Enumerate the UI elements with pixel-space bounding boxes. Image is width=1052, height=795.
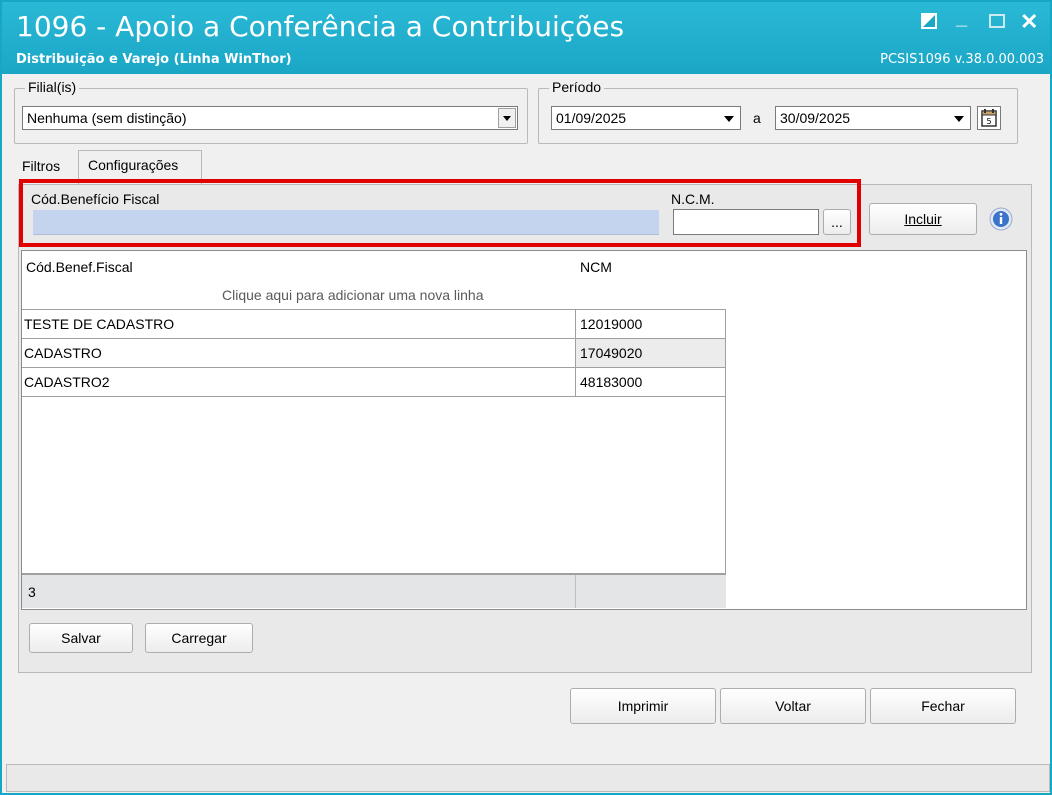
row-cod: CADASTRO2 (24, 374, 110, 390)
voltar-label: Voltar (775, 698, 811, 714)
table-row[interactable]: CADASTRO 17049020 (22, 339, 726, 367)
svg-text:5: 5 (986, 117, 991, 126)
filial-group: Filial(is) Nenhuma (sem distinção) (14, 79, 528, 144)
grid-right-border (725, 310, 726, 608)
periodo-start-value: 01/09/2025 (556, 110, 627, 126)
ncm-lookup-label: ... (831, 214, 843, 230)
row-divider (22, 367, 726, 368)
table-row[interactable]: CADASTRO2 48183000 (22, 368, 726, 396)
tab-filtros[interactable]: Filtros (22, 158, 60, 174)
carregar-button[interactable]: Carregar (145, 623, 253, 653)
beneficio-grid[interactable]: Cód.Benef.Fiscal NCM Clique aqui para ad… (21, 250, 1027, 610)
cod-beneficio-input[interactable] (33, 210, 659, 235)
ncm-lookup-button[interactable]: ... (823, 209, 851, 235)
row-cod: CADASTRO (24, 345, 102, 361)
chevron-down-icon[interactable] (720, 107, 738, 129)
main-area: Filial(is) Nenhuma (sem distinção) Perío… (4, 74, 1048, 760)
fechar-label: Fechar (921, 698, 965, 714)
restore-icon[interactable] (920, 12, 938, 34)
imprimir-button[interactable]: Imprimir (570, 688, 716, 724)
close-icon[interactable]: ✕ (1020, 11, 1038, 33)
cod-beneficio-label: Cód.Benefício Fiscal (31, 191, 160, 207)
periodo-start-field[interactable]: 01/09/2025 (551, 106, 741, 130)
row-ncm: 12019000 (580, 316, 643, 332)
salvar-label: Salvar (61, 630, 101, 646)
calendar-icon[interactable]: 5 (977, 106, 1001, 130)
chevron-down-icon[interactable] (498, 108, 516, 128)
new-row-hint[interactable]: Clique aqui para adicionar uma nova linh… (222, 287, 484, 303)
grid-header-ncm[interactable]: NCM (580, 259, 612, 275)
configuracoes-panel: Cód.Benefício Fiscal N.C.M. ... Incluir (18, 179, 1032, 673)
ncm-label: N.C.M. (671, 191, 715, 207)
grid-footer: 3 (22, 573, 726, 608)
filial-legend: Filial(is) (25, 79, 80, 95)
title-bar[interactable]: 1096 - Apoio a Conferência a Contribuiçõ… (2, 2, 1050, 74)
tab-configuracoes[interactable]: Configurações (88, 157, 178, 173)
carregar-label: Carregar (171, 630, 227, 646)
imprimir-label: Imprimir (617, 698, 669, 714)
filial-value: Nenhuma (sem distinção) (27, 110, 187, 126)
application-window: 1096 - Apoio a Conferência a Contribuiçõ… (0, 0, 1052, 795)
ncm-input[interactable] (673, 209, 819, 235)
info-icon[interactable] (989, 207, 1013, 231)
column-divider (575, 310, 576, 397)
footer-divider (575, 575, 576, 608)
periodo-end-field[interactable]: 30/09/2025 (775, 106, 971, 130)
record-count: 3 (28, 584, 36, 600)
table-row[interactable]: TESTE DE CADASTRO 12019000 (22, 310, 726, 338)
chevron-down-icon[interactable] (950, 107, 968, 129)
voltar-button[interactable]: Voltar (720, 688, 866, 724)
row-ncm: 48183000 (580, 374, 643, 390)
version-label: PCSIS1096 v.38.0.00.003 (880, 52, 1044, 67)
window-title: 1096 - Apoio a Conferência a Contribuiçõ… (16, 10, 625, 43)
row-divider (22, 338, 726, 339)
row-cod: TESTE DE CADASTRO (24, 316, 175, 332)
periodo-end-value: 30/09/2025 (780, 110, 851, 126)
salvar-button[interactable]: Salvar (29, 623, 133, 653)
incluir-button[interactable]: Incluir (869, 203, 977, 235)
row-ncm: 17049020 (580, 345, 643, 361)
minimize-icon[interactable]: _ (956, 8, 967, 28)
fechar-button[interactable]: Fechar (870, 688, 1016, 724)
grid-header-cod[interactable]: Cód.Benef.Fiscal (26, 259, 133, 275)
row-divider (22, 396, 726, 397)
periodo-legend: Período (549, 79, 605, 95)
window-subtitle: Distribuição e Varejo (Linha WinThor) (16, 52, 292, 67)
filial-select[interactable]: Nenhuma (sem distinção) (22, 106, 518, 130)
maximize-icon[interactable] (988, 12, 1006, 34)
incluir-label: Incluir (904, 211, 942, 227)
periodo-group: Período 01/09/2025 a 30/09/2025 5 (538, 79, 1018, 144)
status-bar (6, 764, 1050, 792)
periodo-separator: a (753, 110, 761, 126)
